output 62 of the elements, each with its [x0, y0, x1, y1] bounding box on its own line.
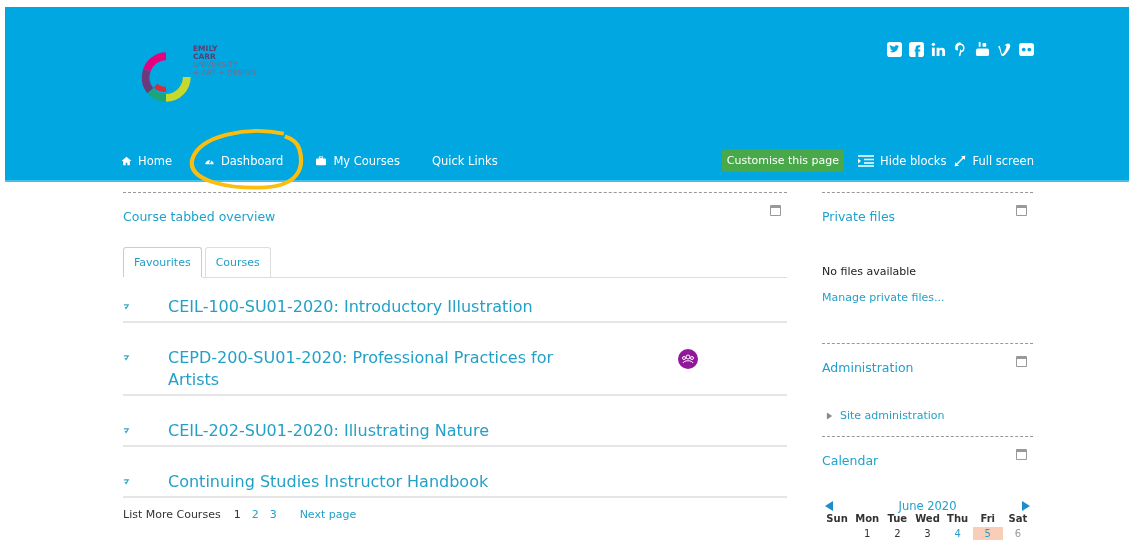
- weekday-label: Tue: [886, 513, 909, 524]
- weekday-label: Sat: [1007, 513, 1029, 524]
- nav-link[interactable]: Quick Links: [425, 149, 514, 172]
- customise-page-button[interactable]: Customise this page: [721, 149, 845, 172]
- calendar-day: 3: [912, 527, 943, 540]
- full-screen-link[interactable]: Full screen: [954, 153, 1034, 168]
- collapse-icon[interactable]: [770, 205, 781, 216]
- course-icon: [123, 354, 130, 363]
- admin-link[interactable]: Site administration: [840, 409, 945, 422]
- linkedin-icon[interactable]: [931, 41, 946, 57]
- nav-link[interactable]: Home: [115, 149, 188, 172]
- weekday-label: Mon: [854, 513, 881, 524]
- tab[interactable]: Favourites: [123, 247, 202, 277]
- page-link[interactable]: 3: [269, 508, 277, 521]
- expand-arrows-icon: [954, 154, 967, 167]
- indent-list-icon: [858, 154, 875, 167]
- course-link[interactable]: Continuing Studies Instructor Handbook: [168, 471, 608, 493]
- weekday-label: Fri: [979, 513, 997, 524]
- home-icon: [121, 155, 132, 166]
- course-icon: [123, 427, 130, 436]
- course-link[interactable]: CEPD-200-SU01-2020: Professional Practices for Artists: [168, 347, 608, 391]
- calendar-day[interactable]: 4: [942, 527, 973, 540]
- facebook-icon[interactable]: [909, 41, 924, 57]
- hide-blocks-link[interactable]: Hide blocks: [858, 153, 947, 168]
- pinterest-icon[interactable]: [953, 41, 968, 57]
- month-title: June 2020: [898, 499, 957, 513]
- collapse-icon[interactable]: [1016, 205, 1027, 216]
- weekday-label: Sun: [825, 513, 849, 524]
- youtube-icon[interactable]: [975, 41, 990, 57]
- course-icon: [123, 303, 130, 312]
- logo-icon: [140, 51, 192, 103]
- weekday-label: Wed: [914, 513, 941, 524]
- calendar-day[interactable]: 5: [972, 527, 1003, 540]
- calendar-day: 1: [852, 527, 883, 540]
- next-page-link[interactable]: Next page: [299, 508, 357, 521]
- expander-icon[interactable]: [826, 411, 833, 420]
- twitter-icon[interactable]: [887, 41, 902, 57]
- previous-month-icon[interactable]: [825, 501, 833, 511]
- tab[interactable]: Courses: [204, 247, 271, 277]
- weekday-label: Thu: [946, 513, 970, 524]
- nav-link[interactable]: My Courses: [309, 149, 416, 172]
- course-link[interactable]: CEIL-100-SU01-2020: Introductory Illustration: [168, 296, 608, 318]
- next-month-icon[interactable]: [1022, 501, 1030, 511]
- empty-message: No files available: [822, 265, 918, 278]
- block-title[interactable]: Administration: [822, 360, 914, 375]
- block-title[interactable]: Calendar: [822, 453, 879, 468]
- pagination-label: List More Courses: [123, 508, 221, 521]
- nav-link[interactable]: Dashboard: [197, 149, 300, 172]
- course-icon: [123, 478, 130, 487]
- collapse-icon[interactable]: [1016, 449, 1027, 460]
- page-link[interactable]: 2: [251, 508, 259, 521]
- calendar-day: 2: [882, 527, 913, 540]
- page-link[interactable]: 1: [233, 508, 241, 521]
- flickr-icon[interactable]: [1019, 41, 1034, 57]
- manage-files-link[interactable]: Manage private files...: [822, 291, 945, 304]
- briefcase-icon: [315, 155, 328, 166]
- block-title[interactable]: Private files: [822, 209, 896, 224]
- course-link[interactable]: CEIL-202-SU01-2020: Illustrating Nature: [168, 420, 608, 442]
- vimeo-icon[interactable]: [997, 41, 1012, 57]
- calendar-day: 6: [1002, 527, 1033, 540]
- collapse-icon[interactable]: [1016, 356, 1027, 367]
- block-title[interactable]: Course tabbed overview: [123, 209, 276, 224]
